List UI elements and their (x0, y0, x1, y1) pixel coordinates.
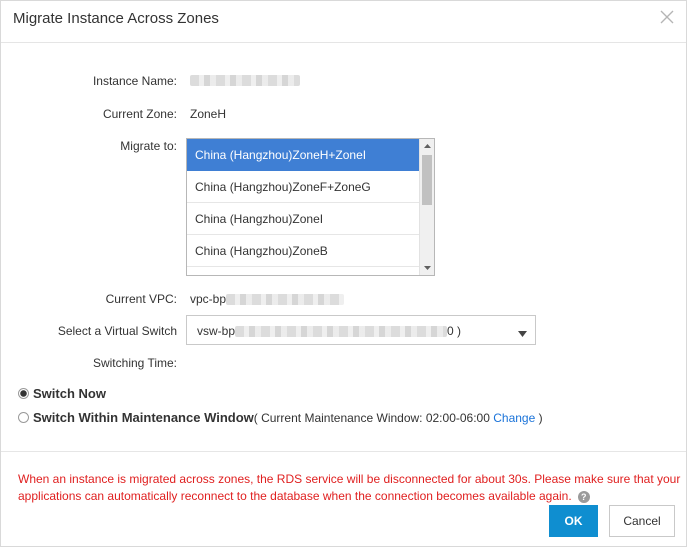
vswitch-select[interactable]: vsw-bp 0 ) (186, 315, 536, 345)
redacted-vpc-id (226, 294, 345, 306)
zone-option[interactable]: China (Hangzhou)ZoneI (187, 203, 419, 235)
change-link[interactable]: Change (493, 411, 535, 425)
migrate-dialog: Migrate Instance Across Zones Instance N… (0, 0, 687, 547)
redacted-instance-name (190, 75, 300, 87)
vswitch-selected-value: vsw-bp 0 ) (197, 324, 461, 338)
ok-button[interactable]: OK (549, 505, 598, 537)
zone-option[interactable]: China (Hangzhou)ZoneF+ZoneG (187, 171, 419, 203)
zone-option[interactable]: China (Hangzhou)ZoneB (187, 235, 419, 267)
vswitch-prefix: vsw-bp (197, 324, 236, 338)
dialog-title: Migrate Instance Across Zones (13, 10, 219, 27)
migrate-to-label: Migrate to: (120, 139, 177, 153)
current-vpc-label: Current VPC: (105, 292, 177, 306)
close-paren: ) (535, 411, 543, 425)
vswitch-label: Select a Virtual Switch (57, 324, 177, 338)
vpc-prefix: vpc-bp (190, 292, 227, 306)
switch-now-radio[interactable] (18, 388, 29, 399)
vswitch-suffix: 0 ) (447, 324, 462, 338)
help-icon[interactable]: ? (577, 491, 590, 503)
dialog-header: Migrate Instance Across Zones (1, 1, 686, 43)
redacted-vswitch-id (235, 326, 448, 338)
listbox-scrollbar[interactable] (419, 139, 434, 275)
close-icon[interactable] (658, 8, 676, 26)
zone-option[interactable]: China (Hangzhou)ZoneH+ZoneI (187, 139, 419, 171)
switching-time-label: Switching Time: (92, 356, 177, 370)
chevron-down-icon (518, 327, 527, 341)
switch-now-option[interactable]: Switch Now (18, 386, 106, 401)
instance-name-label: Instance Name: (92, 74, 177, 88)
current-zone-value: ZoneH (190, 107, 227, 121)
footer-divider (1, 451, 686, 452)
switch-now-label: Switch Now (33, 386, 106, 401)
current-vpc-value: vpc-bp (190, 292, 345, 306)
switch-window-radio[interactable] (18, 412, 29, 423)
cancel-button[interactable]: Cancel (609, 505, 675, 537)
warning-message: When an instance is migrated across zone… (18, 471, 687, 505)
scroll-down-icon[interactable] (420, 261, 434, 275)
migrate-zone-listbox[interactable]: China (Hangzhou)ZoneH+ZoneI China (Hangz… (186, 138, 435, 276)
switch-window-label: Switch Within Maintenance Window (33, 410, 254, 425)
scroll-up-icon[interactable] (420, 139, 434, 153)
current-zone-label: Current Zone: (102, 107, 177, 121)
switch-window-option[interactable]: Switch Within Maintenance Window( Curren… (18, 410, 543, 425)
instance-name-value (190, 73, 300, 87)
maintenance-window-text: ( Current Maintenance Window: 02:00-06:0… (253, 411, 494, 425)
scrollbar-thumb[interactable] (422, 155, 432, 205)
